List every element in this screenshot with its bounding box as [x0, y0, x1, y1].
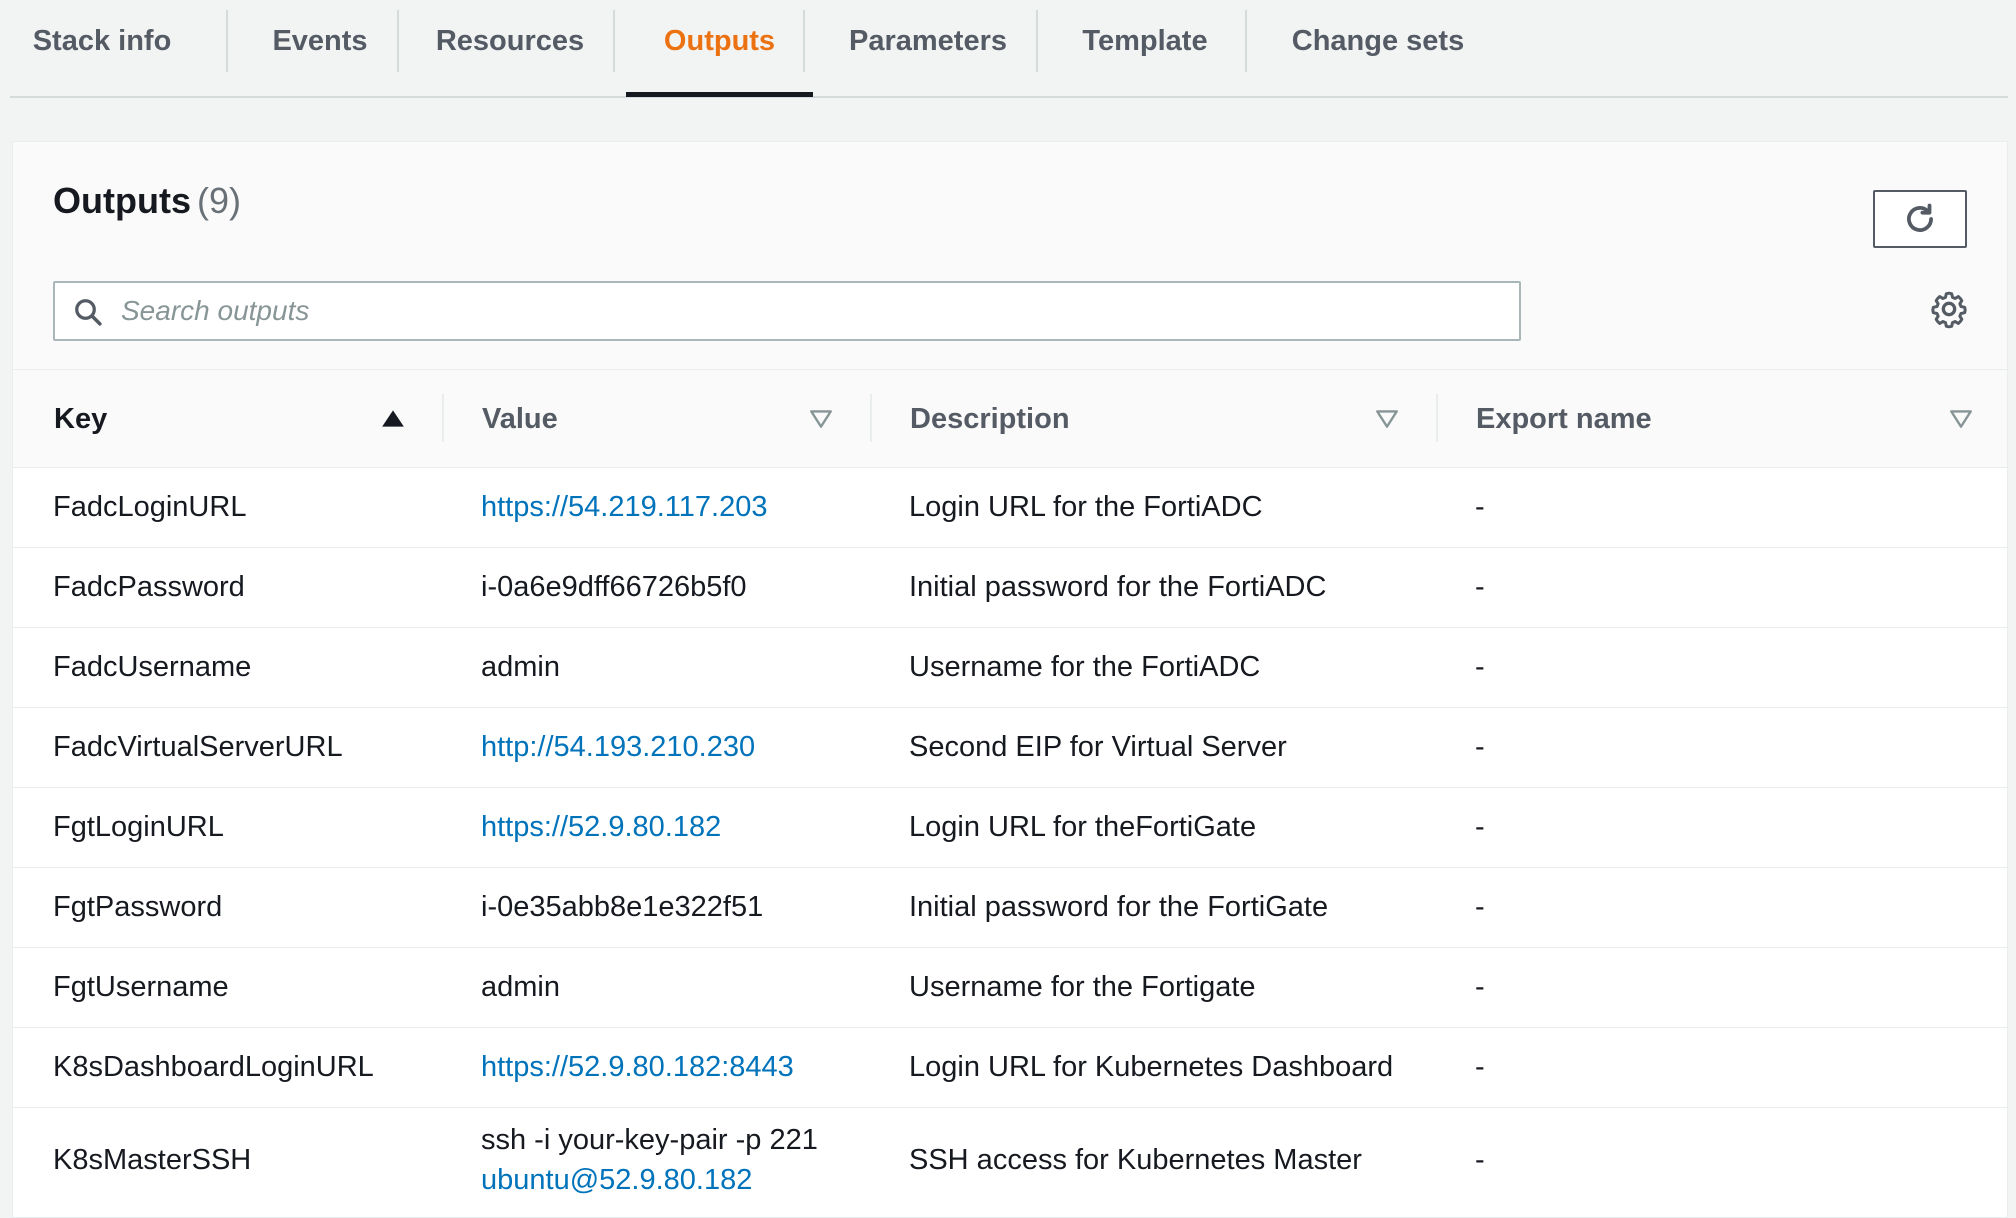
sort-descending-icon[interactable]	[1948, 406, 1974, 432]
table-settings-button[interactable]	[1929, 289, 1969, 329]
cell-export-name: -	[1475, 651, 1485, 683]
cell-description: Login URL for Kubernetes Dashboard	[909, 1051, 1394, 1083]
cell-value-link[interactable]: https://54.219.117.203	[481, 491, 767, 524]
tab-parameters[interactable]: Parameters	[818, 8, 1038, 74]
cell-description: Login URL for theFortiGate	[909, 811, 1257, 843]
cell-value-link[interactable]: ubuntu@52.9.80.182	[481, 1160, 752, 1200]
column-header-description[interactable]: Description	[910, 370, 1070, 468]
search-input[interactable]	[121, 283, 1501, 339]
sort-descending-icon[interactable]	[1374, 406, 1400, 432]
table-row: FgtLoginURL https://52.9.80.182 Login UR…	[13, 788, 2007, 868]
table-header: Key Value Description Export name	[13, 370, 2007, 468]
cell-key: FadcUsername	[53, 651, 252, 683]
sort-ascending-icon[interactable]	[380, 406, 406, 432]
cell-key: K8sMasterSSH	[53, 1143, 252, 1176]
cell-export-name: -	[1475, 891, 1485, 923]
cell-export-name: -	[1475, 1143, 1485, 1176]
panel-count: (9)	[196, 180, 241, 221]
tab-divider	[1036, 10, 1038, 72]
table-row: K8sDashboardLoginURL https://52.9.80.182…	[13, 1028, 2007, 1108]
cell-description: Initial password for the FortiGate	[909, 891, 1329, 923]
cell-description: Login URL for the FortiADC	[909, 491, 1263, 523]
tab-divider	[803, 10, 805, 72]
cell-value-link[interactable]: http://54.193.210.230	[481, 731, 755, 764]
cell-export-name: -	[1475, 811, 1485, 843]
panel-title: Outputs (9)	[53, 180, 241, 222]
cell-key: FgtLoginURL	[53, 811, 224, 843]
cell-value: ssh -i your-key-pair -p 221 ubuntu@52.9.…	[481, 1108, 818, 1212]
table-row: FgtPassword i-0e35abb8e1e322f51 Initial …	[13, 868, 2007, 948]
cell-key: FadcPassword	[53, 571, 245, 603]
table-row: FgtUsername admin Username for the Forti…	[13, 948, 2007, 1028]
gear-icon	[1931, 291, 1967, 329]
table-row: FadcUsername admin Username for the Fort…	[13, 628, 2007, 708]
search-box	[53, 281, 1521, 341]
column-divider	[870, 394, 872, 442]
tab-events[interactable]: Events	[240, 8, 400, 74]
cell-description: Initial password for the FortiADC	[909, 571, 1327, 603]
outputs-panel: Outputs(9) Key Val	[12, 141, 2008, 1218]
tab-divider	[613, 10, 615, 72]
column-header-value[interactable]: Value	[482, 370, 558, 468]
tab-change-sets[interactable]: Change sets	[1266, 8, 1490, 74]
table-row: FadcPassword i-0a6e9dff66726b5f0 Initial…	[13, 548, 2007, 628]
cell-value: i-0a6e9dff66726b5f0	[481, 571, 747, 603]
table-row: FadcLoginURL https://54.219.117.203 Logi…	[13, 468, 2007, 548]
stack-tabs: Stack info Events Resources Outputs Para…	[10, 0, 2008, 98]
tab-divider	[397, 10, 399, 72]
tab-stack-info[interactable]: Stack info	[32, 8, 172, 74]
tab-outputs[interactable]: Outputs	[626, 8, 813, 74]
cell-export-name: -	[1475, 971, 1485, 1003]
column-header-export-name[interactable]: Export name	[1476, 370, 1652, 468]
panel-header: Outputs (9)	[13, 142, 2007, 370]
cell-value: i-0e35abb8e1e322f51	[481, 891, 764, 923]
tab-resources[interactable]: Resources	[410, 8, 610, 74]
cell-key: FgtUsername	[53, 971, 229, 1003]
cell-export-name: -	[1475, 731, 1485, 763]
cell-export-name: -	[1475, 491, 1485, 523]
cell-key: FadcVirtualServerURL	[53, 731, 343, 763]
table-row: FadcVirtualServerURL http://54.193.210.2…	[13, 708, 2007, 788]
cell-value-link[interactable]: https://52.9.80.182:8443	[481, 1051, 794, 1084]
cell-description: Username for the Fortigate	[909, 971, 1256, 1003]
column-divider	[442, 394, 444, 442]
panel-title-text: Outputs	[53, 180, 191, 221]
cell-description: Username for the FortiADC	[909, 651, 1261, 683]
cell-export-name: -	[1475, 1051, 1485, 1083]
cell-export-name: -	[1475, 571, 1485, 603]
tab-template[interactable]: Template	[1050, 8, 1240, 74]
search-icon	[75, 299, 102, 326]
sort-descending-icon[interactable]	[808, 406, 834, 432]
column-header-key[interactable]: Key	[54, 370, 107, 468]
cell-key: FgtPassword	[53, 891, 223, 923]
cell-key: K8sDashboardLoginURL	[53, 1051, 374, 1083]
active-tab-indicator	[626, 92, 813, 97]
cell-value: admin	[481, 651, 560, 683]
cell-value-text: ssh -i your-key-pair -p 221	[481, 1124, 818, 1156]
cell-description: Second EIP for Virtual Server	[909, 731, 1287, 763]
cell-value-link[interactable]: https://52.9.80.182	[481, 811, 721, 844]
refresh-button[interactable]	[1873, 190, 1967, 248]
cell-key: FadcLoginURL	[53, 491, 247, 523]
table-row: K8sMasterSSH ssh -i your-key-pair -p 221…	[13, 1108, 2007, 1212]
refresh-icon	[1907, 203, 1933, 232]
cell-value: admin	[481, 971, 560, 1003]
tab-divider	[1245, 10, 1247, 72]
tab-divider	[226, 10, 228, 72]
cell-description: SSH access for Kubernetes Master	[909, 1143, 1362, 1176]
column-divider	[1436, 394, 1438, 442]
